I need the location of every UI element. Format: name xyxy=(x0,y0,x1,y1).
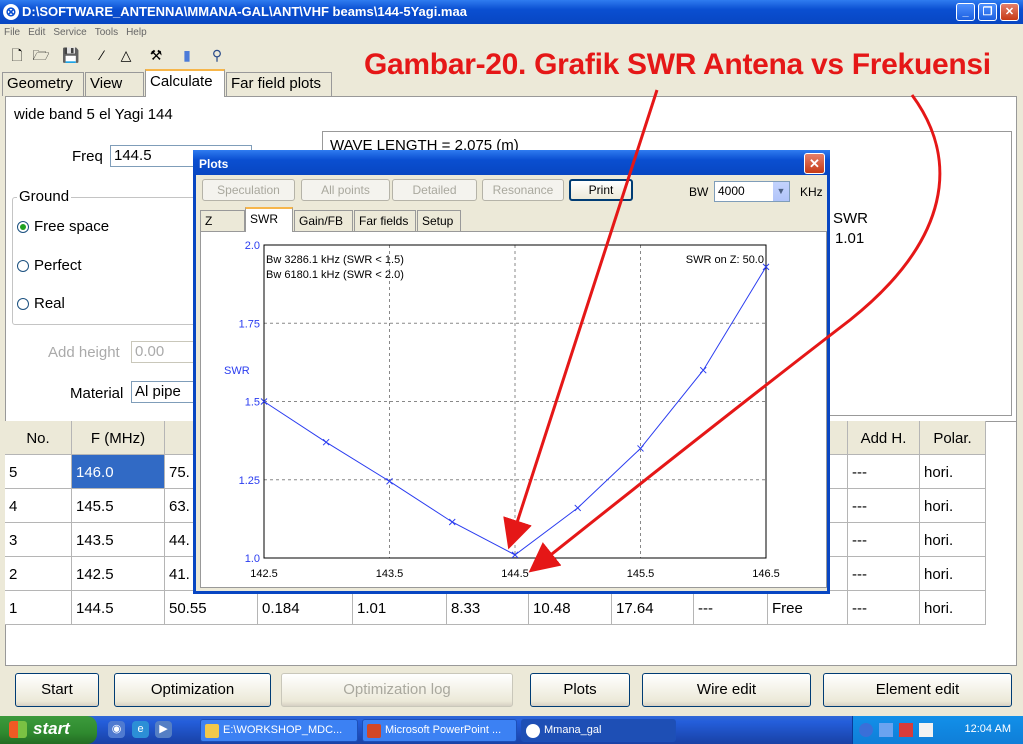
folder-icon xyxy=(205,724,219,738)
system-tray: 12:04 AM xyxy=(852,716,1023,744)
mmana-icon xyxy=(526,724,540,738)
taskbar: start ◉ e ▶ E:\WORKSHOP_MDC... Microsoft… xyxy=(0,716,1023,744)
powerpoint-icon xyxy=(367,724,381,738)
tray-network-icon[interactable] xyxy=(879,723,893,737)
tray-app-icon[interactable] xyxy=(919,723,933,737)
arrow-to-minimum xyxy=(503,89,659,550)
task-mmana[interactable]: Mmana_gal xyxy=(521,719,676,742)
desktop-icon[interactable]: ◉ xyxy=(108,721,125,738)
media-icon[interactable]: ▶ xyxy=(155,721,172,738)
task-explorer-label: E:\WORKSHOP_MDC... xyxy=(223,724,343,736)
tab-calculate[interactable]: Calculate xyxy=(145,69,225,97)
start-menu-button[interactable]: start xyxy=(0,716,97,744)
windows-logo-icon xyxy=(9,721,27,738)
annotation-arrows xyxy=(503,89,942,573)
task-mmana-label: Mmana_gal xyxy=(544,724,602,736)
clock: 12:04 AM xyxy=(964,723,1011,735)
tray-chevron-icon[interactable] xyxy=(859,723,873,737)
arrow-to-freq-axis xyxy=(528,94,942,573)
tray-security-icon[interactable] xyxy=(899,723,913,737)
ie-icon[interactable]: e xyxy=(132,721,149,738)
task-powerpoint-label: Microsoft PowerPoint ... xyxy=(385,724,502,736)
plot-tab-swr[interactable]: SWR xyxy=(245,207,293,232)
task-explorer[interactable]: E:\WORKSHOP_MDC... xyxy=(200,719,358,742)
task-powerpoint[interactable]: Microsoft PowerPoint ... xyxy=(362,719,517,742)
start-label: start xyxy=(33,719,70,738)
